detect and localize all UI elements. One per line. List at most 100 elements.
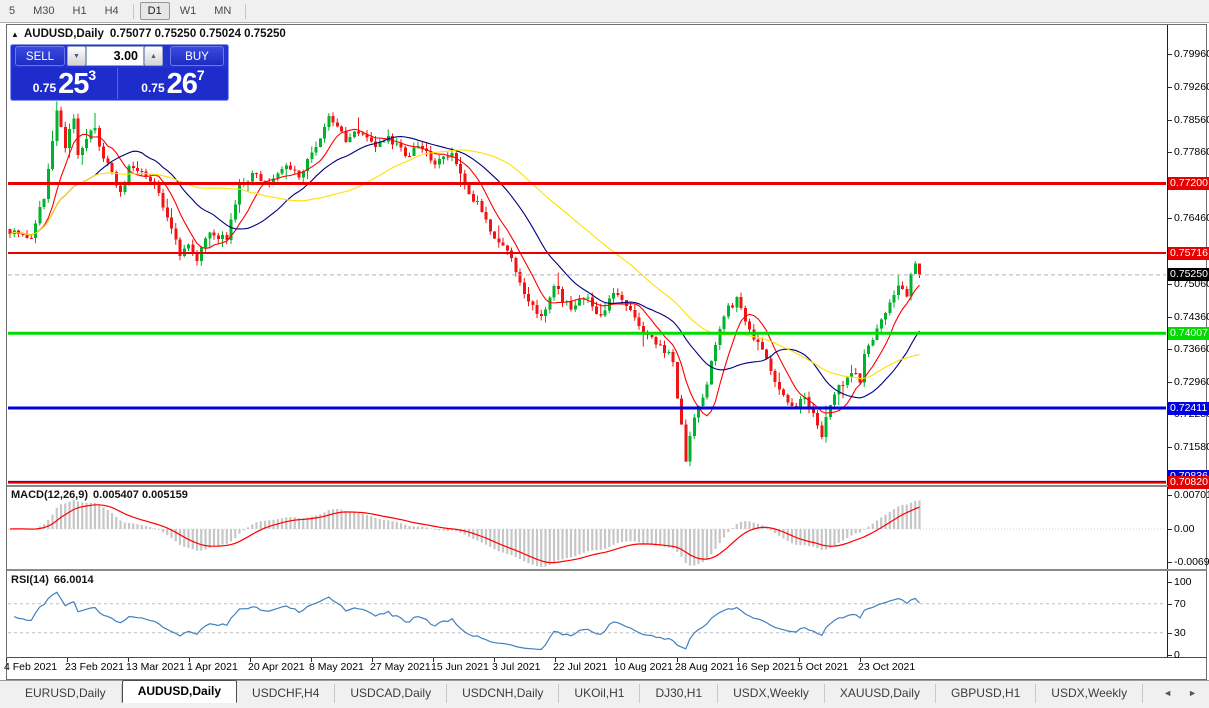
one-click-trade-widget: SELL ▼ 3.00 ▲ BUY 0.75 25 3 0.75 26 7 (10, 44, 229, 101)
rsi-axis-tick (1167, 655, 1172, 656)
chart-tab-usdcnh-daily[interactable]: USDCNH,Daily (447, 684, 560, 703)
price-axis-label: 0.74360 (1174, 311, 1209, 323)
bid-price-badge: 0.75250 (1168, 268, 1209, 281)
volume-increase-button[interactable]: ▲ (144, 46, 163, 66)
chart-collapse-icon[interactable]: ▲ (11, 30, 19, 39)
chart-tab-ukoil-h1[interactable]: UKOil,H1 (559, 684, 641, 703)
price-level-badge: 0.70820 (1168, 476, 1209, 489)
date-axis-label: 13 Mar 2021 (126, 661, 185, 673)
buy-price-point: 7 (196, 67, 205, 83)
chart-title: AUDUSD,Daily 0.75077 0.75250 0.75024 0.75… (24, 28, 292, 40)
date-axis-label: 23 Oct 2021 (858, 661, 916, 673)
buy-button[interactable]: BUY (170, 46, 224, 66)
price-level-badge: 0.77200 (1168, 177, 1209, 190)
sell-price-bigfigure: 0.75 (32, 81, 57, 95)
spinner-down-icon: ▼ (73, 53, 80, 60)
chart-tab-usdx-weekly[interactable]: USDX,Weekly (1036, 684, 1144, 703)
date-axis-label: 4 Feb 2021 (4, 661, 58, 673)
buy-price-panel[interactable]: 0.75 26 7 (119, 68, 227, 99)
price-level-badge: 0.74007 (1168, 327, 1209, 340)
chart-tab-usdx-weekly[interactable]: USDX,Weekly (718, 684, 825, 703)
rsi-axis-label: 30 (1174, 627, 1186, 639)
chart-tab-usdcad-daily[interactable]: USDCAD,Daily (335, 684, 448, 703)
buy-price-pips: 26 (166, 68, 198, 100)
date-axis-label: 27 May 2021 (370, 661, 431, 673)
macd-axis-label: 0.007015 (1174, 489, 1209, 501)
sell-price-pips: 25 (58, 68, 89, 100)
price-axis-tick (1167, 120, 1172, 121)
date-axis-label: 15 Jun 2021 (431, 661, 489, 673)
time-axis-line (7, 657, 1207, 658)
chart-tab-gbpusd-h1[interactable]: GBPUSD,H1 (936, 684, 1037, 703)
price-axis-tick (1167, 382, 1172, 383)
price-axis-tick (1167, 152, 1172, 153)
buy-price-bigfigure: 0.75 (141, 81, 165, 95)
volume-input[interactable]: 3.00 (86, 46, 144, 66)
date-axis-label: 1 Apr 2021 (187, 661, 238, 673)
spinner-up-icon: ▲ (150, 53, 157, 60)
price-axis-tick (1167, 87, 1172, 88)
macd-axis-tick (1167, 495, 1172, 496)
date-axis-label: 16 Sep 2021 (736, 661, 796, 673)
chart-tab-dj30-h1[interactable]: DJ30,H1 (640, 684, 719, 703)
price-axis-tick (1167, 317, 1172, 318)
macd-name: MACD(12,26,9) (11, 489, 89, 501)
date-axis-label: 10 Aug 2021 (614, 661, 673, 673)
tab-scroll-right-icon[interactable]: ► (1188, 688, 1197, 698)
date-axis-label: 5 Oct 2021 (797, 661, 849, 673)
sell-price-point: 3 (88, 67, 97, 83)
rsi-current-value: 66.0014 (53, 574, 94, 586)
price-level-badge: 0.72411 (1168, 402, 1209, 415)
price-axis-tick (1167, 349, 1172, 350)
tab-scroll-arrows: ◄ ► (1163, 688, 1209, 703)
date-axis-label: 20 Apr 2021 (248, 661, 305, 673)
chart-tab-usdchf-h4[interactable]: USDCHF,H4 (237, 684, 336, 703)
macd-axis-tick (1167, 529, 1172, 530)
macd-current-values: 0.005407 0.005159 (93, 489, 188, 501)
price-axis-label: 0.77860 (1174, 146, 1209, 158)
rsi-indicator-label: RSI(14) 66.0014 (11, 574, 94, 586)
macd-axis-label: -0.006923 (1174, 556, 1209, 568)
price-axis-label: 0.72960 (1174, 376, 1209, 388)
chart-tab-xauusd-daily[interactable]: XAUUSD,Daily (825, 684, 936, 703)
price-axis-tick (1167, 54, 1172, 55)
chart-tab-bar: EURUSD,Daily AUDUSD,Daily USDCHF,H4 USDCAD,… (0, 680, 1209, 703)
volume-decrease-button[interactable]: ▼ (67, 46, 86, 66)
rsi-axis-label: 0 (1174, 649, 1180, 661)
sell-button[interactable]: SELL (15, 46, 65, 66)
price-axis-label: 0.79960 (1174, 48, 1209, 60)
chart-ohlc-values: 0.75077 0.75250 0.75024 0.75250 (109, 28, 286, 40)
price-axis-tick (1167, 218, 1172, 219)
macd-panel-splitter[interactable] (7, 485, 1207, 487)
chart-plot-area[interactable] (0, 0, 1209, 708)
rsi-axis-label: 70 (1174, 598, 1186, 610)
macd-indicator-label: MACD(12,26,9) 0.005407 0.005159 (11, 489, 188, 501)
rsi-axis-tick (1167, 582, 1172, 583)
status-bar (0, 703, 1209, 708)
chart-tab-eurusd-daily[interactable]: EURUSD,Daily (10, 684, 122, 703)
date-axis-label: 8 May 2021 (309, 661, 364, 673)
macd-axis-label: 0.00 (1174, 523, 1195, 535)
rsi-axis-tick (1167, 604, 1172, 605)
price-level-badge: 0.75716 (1168, 247, 1209, 260)
rsi-axis-tick (1167, 633, 1172, 634)
date-axis-label: 3 Jul 2021 (492, 661, 541, 673)
macd-axis-tick (1167, 562, 1172, 563)
price-axis-label: 0.76460 (1174, 212, 1209, 224)
rsi-axis-label: 100 (1174, 576, 1192, 588)
rsi-name: RSI(14) (11, 574, 49, 586)
chart-tab-audusd-daily[interactable]: AUDUSD,Daily (121, 680, 238, 703)
date-axis-label: 22 Jul 2021 (553, 661, 608, 673)
price-axis-label: 0.78560 (1174, 114, 1209, 126)
price-axis-label: 0.73660 (1174, 343, 1209, 355)
price-axis-tick (1167, 284, 1172, 285)
tab-scroll-left-icon[interactable]: ◄ (1163, 688, 1172, 698)
price-axis-label: 0.71580 (1174, 441, 1209, 453)
date-axis-label: 28 Aug 2021 (675, 661, 734, 673)
chart-symbol-label: AUDUSD,Daily (24, 28, 104, 40)
price-axis-tick (1167, 447, 1172, 448)
date-axis-label: 23 Feb 2021 (65, 661, 124, 673)
price-axis-label: 0.79260 (1174, 81, 1209, 93)
rsi-panel-splitter[interactable] (7, 569, 1207, 571)
sell-price-panel[interactable]: 0.75 25 3 (12, 68, 118, 99)
